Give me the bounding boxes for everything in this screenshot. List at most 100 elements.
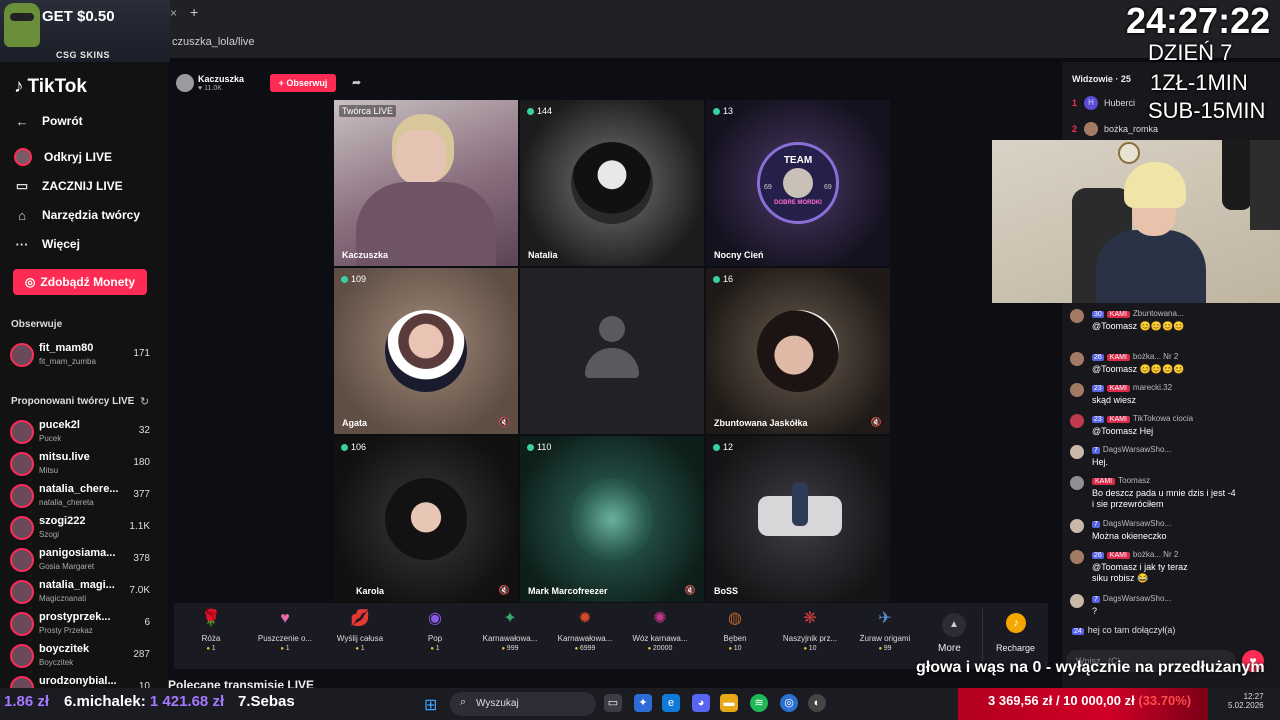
system-clock[interactable]: 12:27 5.02.2026 (1228, 692, 1264, 710)
suggested-item[interactable]: szogi222 Szogi 1.1K (8, 514, 164, 544)
person-image (792, 482, 808, 526)
tab-bar (170, 0, 1280, 28)
refresh-icon[interactable]: ↻ (140, 395, 149, 408)
guest-tile[interactable]: 110 Mark Marcofreezer 🔇 (520, 436, 704, 602)
gift-pop[interactable]: ◉ Pop 1 (404, 607, 466, 665)
spotify-icon[interactable]: ≋ (750, 694, 768, 712)
chat-meta: 23 KAMI TikTokowa ciocia (1092, 414, 1193, 423)
tab-close-icon[interactable]: × (170, 6, 177, 20)
more-gifts-button[interactable]: More (938, 643, 961, 654)
share-icon[interactable]: ➦ (352, 76, 361, 89)
tiktok-logo[interactable]: ♪ TikTok (14, 76, 87, 98)
nav-label: ZACZNIJ LIVE (42, 179, 123, 193)
following-item[interactable]: fit_mam80 fit_mam_zumba 171 (8, 341, 164, 371)
guest-tile[interactable]: Twórca LIVE Kaczuszka (334, 100, 518, 266)
avatar (10, 580, 34, 604)
avatar (10, 452, 34, 476)
avatar (10, 516, 34, 540)
guest-count: 110 (527, 442, 551, 452)
viewer-name: Huberci (1104, 98, 1136, 108)
creator-name: urodzonybial... (39, 675, 117, 687)
discord-icon[interactable]: ◕ (692, 694, 710, 712)
gift-carnival-float[interactable]: ✺ Wóz karnawa... 20000 (629, 607, 691, 665)
donor-entry: 7.Sebas (238, 693, 295, 710)
obs-icon[interactable]: ◐ (808, 694, 826, 712)
guest-tile[interactable]: 16 Zbuntowana Jaskółka 🔇 (706, 268, 890, 434)
suggested-item[interactable]: mitsu.live Mitsu 180 (8, 450, 164, 480)
day-counter: DZIEŃ 7 (1148, 40, 1233, 65)
chat-meta: 7 DagsWarsawSho... (1092, 594, 1171, 603)
gift-name: Bęben (723, 634, 747, 643)
team-badge-num-left: 69 (764, 184, 772, 191)
task-view-icon[interactable]: ▭ (604, 694, 622, 712)
gift-origami-crane[interactable]: ✈ Żuraw origami 99 (854, 607, 916, 665)
guest-avatar (757, 310, 839, 392)
streamer-shirt (1096, 230, 1206, 303)
suggested-item[interactable]: pucek2l Pucek 32 (8, 418, 164, 448)
gift-name: Róża (201, 634, 221, 643)
nav-more[interactable]: ··· Więcej (14, 233, 80, 255)
viewer-count: 7.0K (129, 585, 150, 596)
chat-meta: 7 DagsWarsawSho... (1092, 445, 1171, 454)
chat-meta: 26 KAMI bożka... Nr 2 (1092, 550, 1178, 559)
chat-user: DagsWarsawSho... (1102, 445, 1172, 454)
viewer-row[interactable]: 1 H Huberci (1072, 96, 1135, 110)
muted-mic-icon: 🔇 (498, 417, 510, 427)
suggested-item[interactable]: panigosiama... Gosia Margaret 378 (8, 546, 164, 576)
chrome-icon[interactable]: ◎ (780, 694, 798, 712)
chat-message[interactable]: KAMI Toomasz Bo deszcz pada u mnie dzis i … (1070, 476, 1270, 510)
creator-sub: Pucek (39, 434, 62, 443)
gift-name: Wyślij całusa (336, 634, 384, 643)
suggested-item[interactable]: natalia_magi... Magicznanati 7.0K (8, 578, 164, 608)
suggested-item[interactable]: natalia_chere... natalia_chereta 377 (8, 482, 164, 512)
chat-message[interactable]: 26 KAMI bożka... Nr 2 @Toomasz i jak ty ter… (1070, 550, 1270, 584)
nav-back[interactable]: ← Powrót (14, 110, 83, 132)
guest-tile[interactable]: 106 Karola 🔇 (334, 436, 518, 602)
chevron-up-icon[interactable]: ▲ (942, 613, 966, 637)
gift-name: Puszczenie o... (257, 634, 313, 643)
coin-icon[interactable]: ♪ (1006, 613, 1026, 633)
gift-carnival-1[interactable]: ✦ Karnawałowa... 999 (479, 607, 541, 665)
lamp (1250, 140, 1280, 230)
avatar (1070, 519, 1084, 533)
gift-kiss[interactable]: 💋 Wyślij całusa 1 (329, 607, 391, 665)
get-coins-button[interactable]: ◎ Zdobądź Monety (13, 269, 147, 295)
host-avatar[interactable] (176, 74, 194, 92)
taskbar-search[interactable]: Wyszukaj (450, 692, 596, 716)
nav-start-live[interactable]: ▭ ZACZNIJ LIVE (14, 175, 123, 197)
guest-tile[interactable]: TEAM DOBRE MORDKI 69 69 13 Nocny Cień (706, 100, 890, 266)
gift-carnival-2[interactable]: ✹ Karnawałowa... 6999 (554, 607, 616, 665)
edge-icon[interactable]: e (662, 694, 680, 712)
gift-name: Karnawałowa... (482, 634, 538, 643)
chat-text: Bo deszcz pada u mnie dzis i jest -4 (1092, 488, 1236, 498)
copilot-icon[interactable]: ✦ (634, 694, 652, 712)
guest-tile[interactable]: 144 Natalia (520, 100, 704, 266)
viewer-row[interactable]: 2 bożka_romka (1072, 122, 1158, 136)
recharge-button[interactable]: Recharge (996, 643, 1035, 653)
gift-rose[interactable]: 🌹 Róża 1 (180, 607, 242, 665)
guest-tile-empty[interactable] (520, 268, 704, 434)
team-badge: TEAM DOBRE MORDKI (757, 142, 839, 224)
address-bar[interactable]: czuszka_lola/live (170, 30, 1130, 54)
guest-tile[interactable]: 109 Agata 🔇 (334, 268, 518, 434)
follow-button[interactable]: + Obserwuj (270, 74, 336, 92)
gift-necklace[interactable]: ❋ Naszyjnik prz... 10 (779, 607, 841, 665)
avatar (1070, 594, 1084, 608)
guest-tile[interactable]: 12 BoSS (706, 436, 890, 602)
crane-icon: ✈ (878, 610, 892, 627)
viewer-count: 287 (133, 649, 150, 660)
new-tab-button[interactable]: + (190, 4, 198, 20)
folder-icon[interactable]: ▬ (720, 694, 738, 712)
host-name[interactable]: Kaczuszka (198, 74, 244, 84)
clock-time: 12:27 (1243, 692, 1264, 701)
creator-sub: Mitsu (39, 466, 59, 475)
windows-start-icon[interactable]: ⊞ (424, 695, 437, 715)
suggested-item[interactable]: boyczitek Boyczitek 287 (8, 642, 164, 672)
gift-drum[interactable]: ◍ Bęben 10 (704, 607, 766, 665)
nav-discover-live[interactable]: Odkryj LIVE (14, 146, 112, 168)
placeholder-head (599, 316, 625, 342)
suggested-item[interactable]: prostyprzek... Prosty Przekaz 6 (8, 610, 164, 640)
viewer-name: bożka_romka (1104, 124, 1159, 134)
nav-creator-tools[interactable]: ⌂ Narzędzia twórcy (14, 204, 140, 226)
gift-finger-heart[interactable]: ♥ Puszczenie o... 1 (254, 607, 316, 665)
